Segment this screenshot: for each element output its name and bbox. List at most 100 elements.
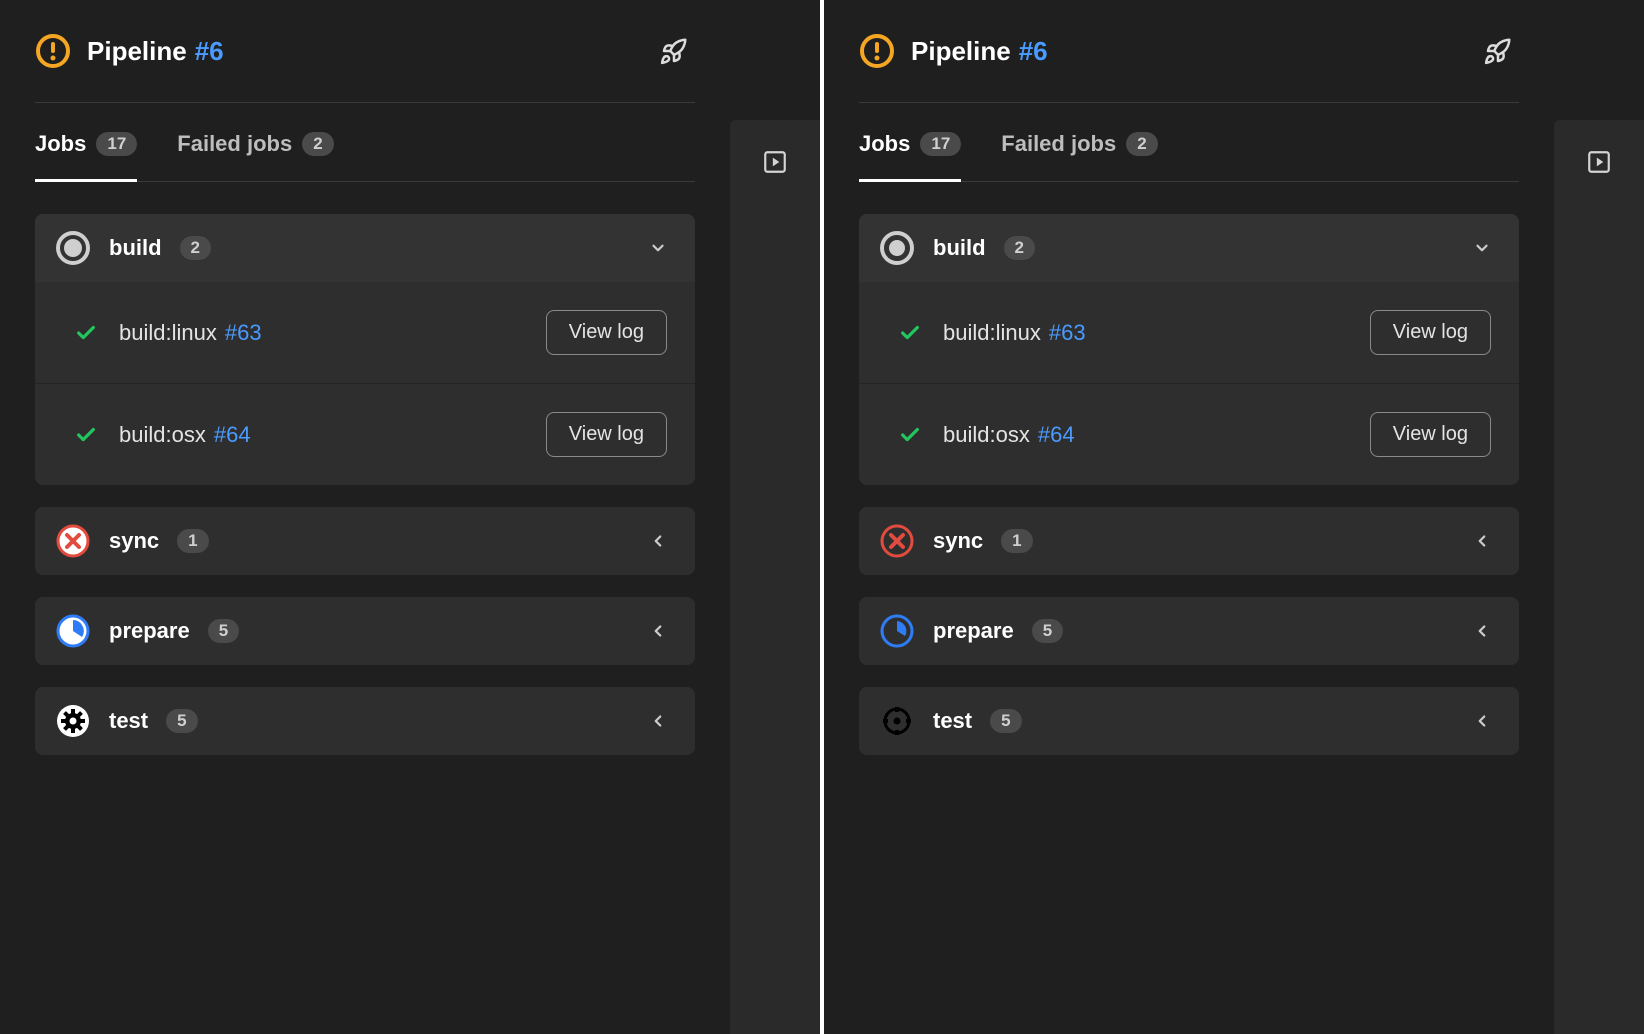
job-row[interactable]: build:osx #64 View log [859, 383, 1519, 485]
stage-test: test 5 [35, 687, 695, 755]
job-number[interactable]: #64 [1038, 422, 1075, 448]
job-name: build:linux #63 [943, 320, 1086, 346]
job-name: build:linux #63 [119, 320, 262, 346]
job-row[interactable]: build:osx #64 View log [35, 383, 695, 485]
chevron-left-icon [649, 532, 675, 550]
tab-failed-count: 2 [302, 132, 333, 156]
pipeline-title-label: Pipeline [87, 36, 187, 67]
tabs-bar: Jobs 17 Failed jobs 2 [35, 103, 695, 182]
stage-test: test 5 [859, 687, 1519, 755]
stage-test-count: 5 [166, 709, 197, 733]
chevron-left-icon [649, 712, 675, 730]
running-icon [879, 613, 915, 649]
pipeline-header-left: Pipeline #6 [859, 33, 1048, 69]
pipeline-title-number[interactable]: #6 [195, 36, 224, 67]
view-log-button[interactable]: View log [1370, 412, 1491, 457]
job-name-text: build:linux [119, 320, 217, 346]
stage-prepare-name: prepare [109, 618, 190, 644]
stage-sync-header[interactable]: sync 1 [859, 507, 1519, 575]
panel-right-main: Pipeline #6 Jobs 17 Failed jobs [824, 0, 1554, 1034]
stages-list: build 2 build:linux #63 [859, 214, 1519, 755]
panel-left-main: Pipeline #6 Jobs 17 Failed jobs [0, 0, 730, 1034]
stage-test-count: 5 [990, 709, 1021, 733]
chevron-left-icon [1473, 532, 1499, 550]
expand-side-button[interactable] [1585, 148, 1613, 176]
stage-prepare-header[interactable]: prepare 5 [859, 597, 1519, 665]
gear-icon [879, 703, 915, 739]
stage-build-jobs: build:linux #63 View log build:osx #64 [859, 282, 1519, 485]
tab-failed-count: 2 [1126, 132, 1157, 156]
tab-failed-label: Failed jobs [177, 131, 292, 157]
stages-list: build 2 build:linux #63 [35, 214, 695, 755]
tab-jobs-label: Jobs [859, 131, 910, 157]
job-name: build:osx #64 [943, 422, 1075, 448]
stage-build-header[interactable]: build 2 [35, 214, 695, 282]
job-row[interactable]: build:linux #63 View log [859, 282, 1519, 383]
chevron-left-icon [1473, 712, 1499, 730]
panel-left-side [730, 120, 820, 1034]
tab-failed-jobs[interactable]: Failed jobs 2 [177, 131, 333, 182]
stage-build-jobs: build:linux #63 View log build:osx #64 [35, 282, 695, 485]
stage-sync: sync 1 [859, 507, 1519, 575]
check-icon [75, 322, 97, 344]
stage-prepare-header[interactable]: prepare 5 [35, 597, 695, 665]
chevron-left-icon [1473, 622, 1499, 640]
chevron-down-icon [1473, 239, 1499, 257]
running-icon [55, 613, 91, 649]
job-number[interactable]: #63 [1049, 320, 1086, 346]
warning-icon [35, 33, 71, 69]
panel-right: Pipeline #6 Jobs 17 Failed jobs [824, 0, 1644, 1034]
stage-build-count: 2 [1004, 236, 1035, 260]
stage-test-header[interactable]: test 5 [859, 687, 1519, 755]
stage-sync: sync 1 [35, 507, 695, 575]
job-number[interactable]: #63 [225, 320, 262, 346]
pending-icon [879, 230, 915, 266]
pipeline-title: Pipeline #6 [911, 36, 1048, 67]
pipeline-title-number[interactable]: #6 [1019, 36, 1048, 67]
tab-failed-jobs[interactable]: Failed jobs 2 [1001, 131, 1157, 182]
view-log-button[interactable]: View log [1370, 310, 1491, 355]
tabs-bar: Jobs 17 Failed jobs 2 [859, 103, 1519, 182]
rocket-button[interactable] [1477, 30, 1519, 72]
pipeline-header: Pipeline #6 [859, 30, 1519, 102]
chevron-left-icon [649, 622, 675, 640]
stage-build-header[interactable]: build 2 [859, 214, 1519, 282]
tab-jobs-label: Jobs [35, 131, 86, 157]
stage-sync-count: 1 [177, 529, 208, 553]
tab-jobs-count: 17 [96, 132, 137, 156]
stage-build-name: build [933, 235, 986, 261]
failed-icon [55, 523, 91, 559]
gear-icon [55, 703, 91, 739]
pipeline-header: Pipeline #6 [35, 30, 695, 102]
warning-icon [859, 33, 895, 69]
stage-sync-name: sync [109, 528, 159, 554]
stage-test-header[interactable]: test 5 [35, 687, 695, 755]
stage-test-name: test [109, 708, 148, 734]
stage-prepare-count: 5 [1032, 619, 1063, 643]
job-row[interactable]: build:linux #63 View log [35, 282, 695, 383]
stage-test-name: test [933, 708, 972, 734]
expand-side-button[interactable] [761, 148, 789, 176]
check-icon [899, 424, 921, 446]
stage-prepare: prepare 5 [859, 597, 1519, 665]
job-name-text: build:linux [943, 320, 1041, 346]
stage-prepare-count: 5 [208, 619, 239, 643]
view-log-button[interactable]: View log [546, 412, 667, 457]
view-log-button[interactable]: View log [546, 310, 667, 355]
tab-failed-label: Failed jobs [1001, 131, 1116, 157]
check-icon [899, 322, 921, 344]
stage-build-count: 2 [180, 236, 211, 260]
pending-icon [55, 230, 91, 266]
rocket-button[interactable] [653, 30, 695, 72]
chevron-down-icon [649, 239, 675, 257]
tab-jobs[interactable]: Jobs 17 [859, 131, 961, 182]
panel-right-side [1554, 120, 1644, 1034]
stage-sync-header[interactable]: sync 1 [35, 507, 695, 575]
stage-prepare: prepare 5 [35, 597, 695, 665]
job-name-text: build:osx [119, 422, 206, 448]
stage-build: build 2 build:linux #63 [35, 214, 695, 485]
stage-sync-count: 1 [1001, 529, 1032, 553]
pipeline-header-left: Pipeline #6 [35, 33, 224, 69]
tab-jobs[interactable]: Jobs 17 [35, 131, 137, 182]
job-number[interactable]: #64 [214, 422, 251, 448]
